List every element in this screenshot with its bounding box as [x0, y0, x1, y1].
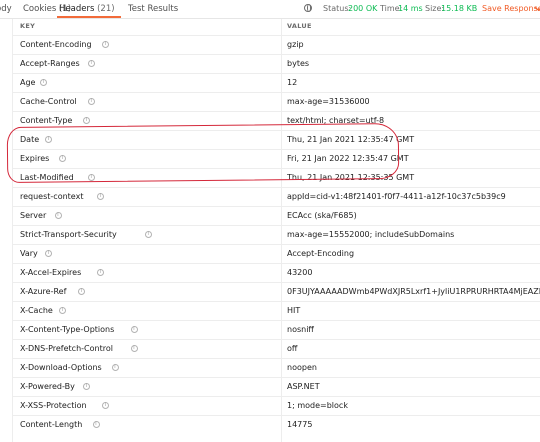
- header-value[interactable]: 43200: [287, 268, 540, 277]
- header-value[interactable]: 12: [287, 78, 540, 87]
- header-value[interactable]: off: [287, 344, 540, 353]
- header-value[interactable]: gzip: [287, 40, 540, 49]
- header-value[interactable]: 14775: [287, 420, 540, 429]
- active-tab-indicator: [57, 16, 121, 18]
- info-icon[interactable]: i: [97, 193, 105, 200]
- status-value[interactable]: 200 OK: [348, 4, 377, 13]
- size-value[interactable]: 15.18 KB: [441, 4, 477, 13]
- header-key: X-Content-Type-Options: [20, 325, 115, 334]
- time-value[interactable]: 14 ms: [398, 4, 423, 13]
- info-icon[interactable]: i: [144, 231, 152, 238]
- globe-icon[interactable]: [304, 4, 312, 12]
- table-row: request-context i appId=cid-v1:48f21401-f0…: [12, 187, 540, 206]
- header-value[interactable]: 0F3UJYAAAAADWmb4PWdXJR5Lxrf1+JyliU1RPRUR…: [287, 287, 540, 296]
- header-value[interactable]: max-age=31536000: [287, 97, 540, 106]
- info-icon[interactable]: i: [83, 383, 90, 390]
- table-row: X-Download-Options i noopen: [12, 358, 540, 377]
- header-key: request-context: [20, 192, 84, 201]
- header-key: X-Cache: [20, 306, 53, 315]
- info-icon[interactable]: i: [92, 421, 100, 428]
- tab-body-label: ody: [0, 4, 12, 14]
- header-key: Age: [20, 78, 36, 87]
- header-value[interactable]: bytes: [287, 59, 540, 68]
- header-value[interactable]: ASP.NET: [287, 382, 540, 391]
- header-key: Cache-Control: [20, 97, 77, 106]
- tab-headers-label: Headers: [59, 4, 95, 14]
- table-row: Strict-Transport-Security i max-age=155520…: [12, 225, 540, 244]
- table-row: X-Azure-Ref i 0F3UJYAAAAADWmb4PWdXJR5Lxrf1…: [12, 282, 540, 301]
- header-key: Server: [20, 211, 47, 220]
- table-row: Cache-Control i max-age=31536000: [12, 92, 540, 111]
- header-value[interactable]: 1; mode=block: [287, 401, 540, 410]
- header-key: X-Accel-Expires: [20, 268, 82, 277]
- info-icon[interactable]: i: [78, 288, 86, 295]
- tab-cookies-label: Cookies: [23, 4, 57, 14]
- header-key: Strict-Transport-Security: [20, 230, 117, 239]
- header-value[interactable]: appId=cid-v1:48f21401-f0f7-4411-a12f-10c…: [287, 192, 540, 201]
- header-value[interactable]: max-age=15552000; includeSubDomains: [287, 230, 540, 239]
- table-row: X-Powered-By i ASP.NET: [12, 377, 540, 396]
- header-key: X-XSS-Protection: [20, 401, 87, 410]
- header-value[interactable]: HIT: [287, 306, 540, 315]
- info-icon[interactable]: i: [87, 98, 95, 105]
- status-label: Status:: [323, 4, 352, 13]
- info-icon[interactable]: i: [83, 117, 90, 124]
- red-annotation-circle: [6, 122, 400, 184]
- info-icon[interactable]: i: [130, 326, 138, 333]
- table-row: X-Content-Type-Options i nosniff: [12, 320, 540, 339]
- info-icon[interactable]: i: [97, 269, 105, 276]
- header-key: X-Download-Options: [20, 363, 102, 372]
- info-icon[interactable]: i: [102, 402, 109, 409]
- info-icon[interactable]: i: [130, 345, 138, 352]
- response-tabs-bar: ody Cookies (1) Headers (21) Test Result…: [0, 0, 540, 19]
- header-value[interactable]: noopen: [287, 363, 540, 372]
- info-icon[interactable]: i: [87, 60, 95, 67]
- header-value[interactable]: ECAcc (ska/F685): [287, 211, 540, 220]
- table-row: Vary i Accept-Encoding: [12, 244, 540, 263]
- table-row: X-Accel-Expires i 43200: [12, 263, 540, 282]
- table-row: X-DNS-Prefetch-Control i off: [12, 339, 540, 358]
- info-icon[interactable]: i: [102, 41, 109, 48]
- tab-test-results-label: Test Results: [128, 4, 179, 14]
- table-row: Accept-Ranges i bytes: [12, 54, 540, 73]
- info-icon[interactable]: i: [45, 250, 52, 257]
- header-key: X-DNS-Prefetch-Control: [20, 344, 113, 353]
- table-row: X-Cache i HIT: [12, 301, 540, 320]
- header-key: Content-Length: [20, 420, 83, 429]
- tab-headers-count: (21): [97, 4, 115, 14]
- table-row: Server i ECAcc (ska/F685): [12, 206, 540, 225]
- header-value[interactable]: nosniff: [287, 325, 540, 334]
- tab-headers[interactable]: Headers (21): [59, 4, 115, 14]
- header-key: X-Powered-By: [20, 382, 75, 391]
- header-key: Content-Encoding: [20, 40, 92, 49]
- table-row: Content-Encoding i gzip: [12, 35, 540, 54]
- header-key: Accept-Ranges: [20, 59, 80, 68]
- tab-body[interactable]: ody: [0, 4, 12, 14]
- column-header-value: VALUE: [287, 22, 312, 30]
- info-icon[interactable]: i: [111, 364, 119, 371]
- table-row: Age i 12: [12, 73, 540, 92]
- info-icon[interactable]: i: [59, 307, 67, 314]
- info-icon[interactable]: i: [54, 212, 62, 219]
- table-row: X-XSS-Protection i 1; mode=block: [12, 396, 540, 415]
- tab-test-results[interactable]: Test Results: [128, 4, 178, 14]
- info-icon[interactable]: i: [40, 79, 48, 86]
- header-key: Vary: [20, 249, 38, 258]
- save-response-button[interactable]: Save Response: [482, 4, 540, 13]
- header-value[interactable]: Accept-Encoding: [287, 249, 540, 258]
- column-header-key: KEY: [20, 22, 36, 30]
- table-row: Content-Length i 14775: [12, 415, 540, 434]
- header-key: Content-Type: [20, 116, 73, 125]
- header-key: X-Azure-Ref: [20, 287, 67, 296]
